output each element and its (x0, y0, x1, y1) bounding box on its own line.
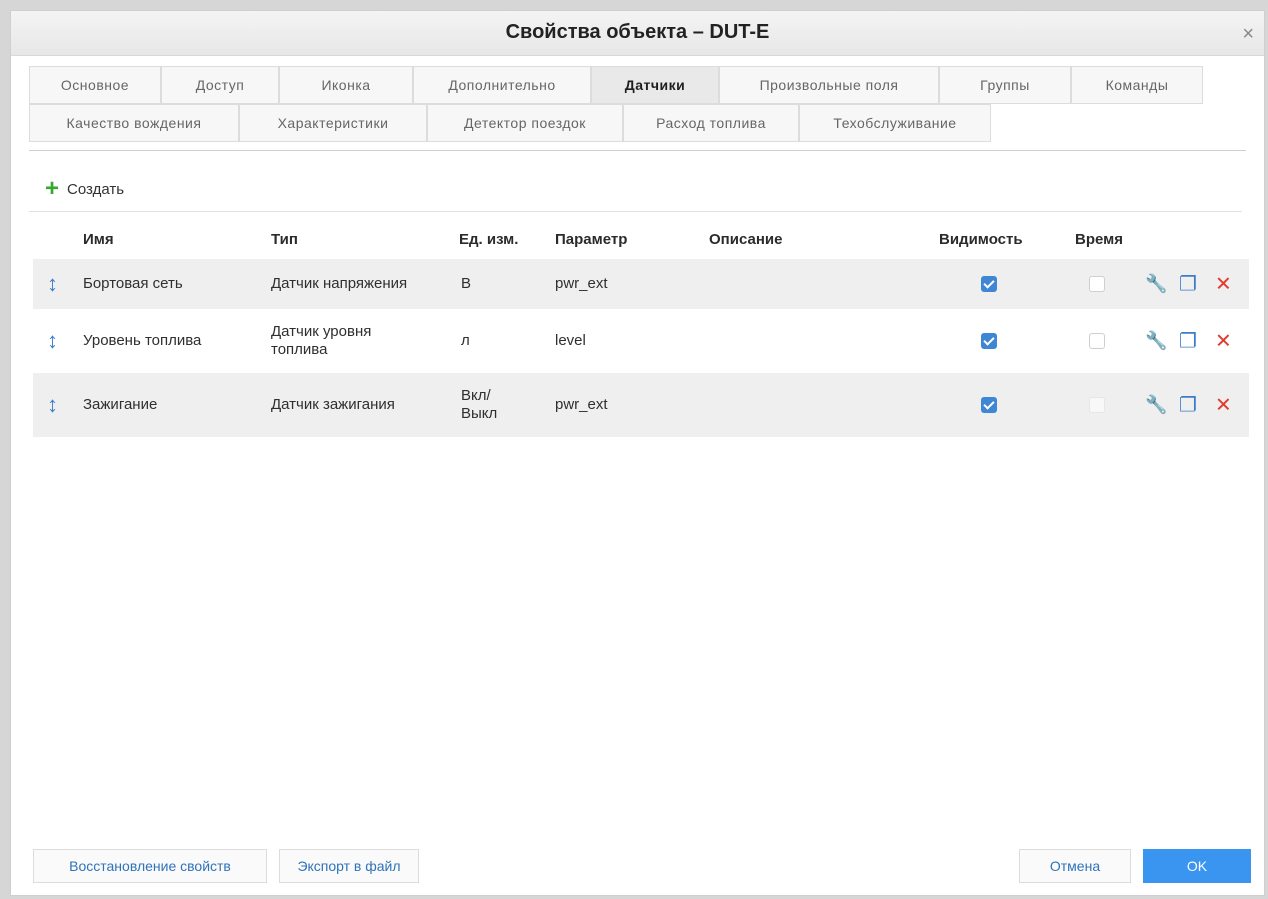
reorder-arrow-icon[interactable]: ↕ (47, 330, 58, 352)
tab-gruppy[interactable]: Группы (939, 66, 1071, 104)
column-parameter: Параметр (555, 231, 628, 248)
restore-properties-button[interactable]: Восстановление свойств (33, 849, 267, 883)
column-name: Имя (83, 231, 114, 248)
tab-detektor-poezdok[interactable]: Детектор поездок (427, 104, 623, 142)
time-checkbox[interactable] (1089, 333, 1105, 349)
dialog-title: Свойства объекта – DUT-E (505, 21, 770, 43)
tab-rashod-topliva[interactable]: Расход топлива (623, 104, 799, 142)
table-header: Имя Тип Ед. изм. Параметр Описание Видим… (33, 231, 1242, 255)
create-sensor-button[interactable]: + Создать (45, 175, 125, 202)
time-checkbox[interactable] (1089, 397, 1105, 413)
tab-osnovnoe[interactable]: Основное (29, 66, 161, 104)
close-icon[interactable]: × (1242, 23, 1254, 46)
sensor-name: Зажигание (83, 396, 158, 413)
title-bar: Свойства объекта – DUT-E × (11, 11, 1264, 56)
wrench-icon[interactable]: 🔧 (1145, 274, 1167, 295)
tab-dopolnitelno[interactable]: Дополнительно (413, 66, 591, 104)
delete-icon[interactable]: ✕ (1215, 329, 1232, 354)
object-properties-dialog: Свойства объекта – DUT-E × Основное Дост… (10, 10, 1265, 896)
sensor-parameter: pwr_ext (555, 396, 608, 413)
tab-datchiki[interactable]: Датчики (591, 66, 719, 104)
copy-icon[interactable]: ❐ (1179, 272, 1197, 297)
wrench-icon[interactable]: 🔧 (1145, 331, 1167, 352)
copy-icon[interactable]: ❐ (1179, 329, 1197, 354)
sensor-name: Бортовая сеть (83, 275, 183, 292)
tab-ikonka[interactable]: Иконка (279, 66, 413, 104)
ok-button[interactable]: OK (1143, 849, 1251, 883)
column-time: Время (1075, 231, 1123, 248)
create-label: Создать (67, 180, 125, 198)
sensor-type: Датчик зажигания (271, 396, 395, 413)
export-to-file-button[interactable]: Экспорт в файл (279, 849, 419, 883)
sensor-unit: Вкл/ Выкл (461, 387, 498, 422)
column-unit: Ед. изм. (459, 231, 519, 248)
copy-icon[interactable]: ❐ (1179, 393, 1197, 418)
tab-row-2: Качество вождения Характеристики Детекто… (29, 104, 1246, 142)
visibility-checkbox[interactable] (981, 397, 997, 413)
visibility-checkbox[interactable] (981, 333, 997, 349)
plus-icon: + (45, 175, 60, 202)
sensor-type: Датчик напряжения (271, 275, 408, 292)
toolbar-divider (29, 211, 1242, 212)
tab-tehobsluzhivanie[interactable]: Техобслуживание (799, 104, 991, 142)
column-description: Описание (709, 231, 783, 248)
column-visibility: Видимость (939, 231, 1023, 248)
tab-bar: Основное Доступ Иконка Дополнительно Дат… (11, 56, 1264, 142)
column-type: Тип (271, 231, 298, 248)
sensor-name: Уровень топлива (83, 332, 202, 349)
sensor-unit: В (461, 275, 472, 292)
delete-icon[interactable]: ✕ (1215, 272, 1232, 297)
reorder-arrow-icon[interactable]: ↕ (47, 273, 58, 295)
cancel-button[interactable]: Отмена (1019, 849, 1131, 883)
table-row[interactable]: ↕ Зажигание Датчик зажигания Вкл/ Выкл p… (33, 373, 1249, 437)
visibility-checkbox[interactable] (981, 276, 997, 292)
tab-divider (29, 150, 1246, 151)
table-row[interactable]: ↕ Уровень топлива Датчик уровня топлива … (33, 309, 1249, 373)
table-row[interactable]: ↕ Бортовая сеть Датчик напряжения В pwr_… (33, 259, 1249, 309)
tab-komandy[interactable]: Команды (1071, 66, 1203, 104)
tab-proizvolnye-polya[interactable]: Произвольные поля (719, 66, 939, 104)
sensor-parameter: level (555, 332, 586, 349)
sensor-parameter: pwr_ext (555, 275, 608, 292)
delete-icon[interactable]: ✕ (1215, 393, 1232, 418)
sensor-type: Датчик уровня топлива (271, 323, 372, 358)
sensor-unit: л (461, 332, 470, 349)
wrench-icon[interactable]: 🔧 (1145, 395, 1167, 416)
time-checkbox[interactable] (1089, 276, 1105, 292)
tab-dostup[interactable]: Доступ (161, 66, 279, 104)
tab-harakteristiki[interactable]: Характеристики (239, 104, 427, 142)
reorder-arrow-icon[interactable]: ↕ (47, 394, 58, 416)
tab-kachestvo-vozhdeniya[interactable]: Качество вождения (29, 104, 239, 142)
tab-row-1: Основное Доступ Иконка Дополнительно Дат… (29, 66, 1246, 104)
